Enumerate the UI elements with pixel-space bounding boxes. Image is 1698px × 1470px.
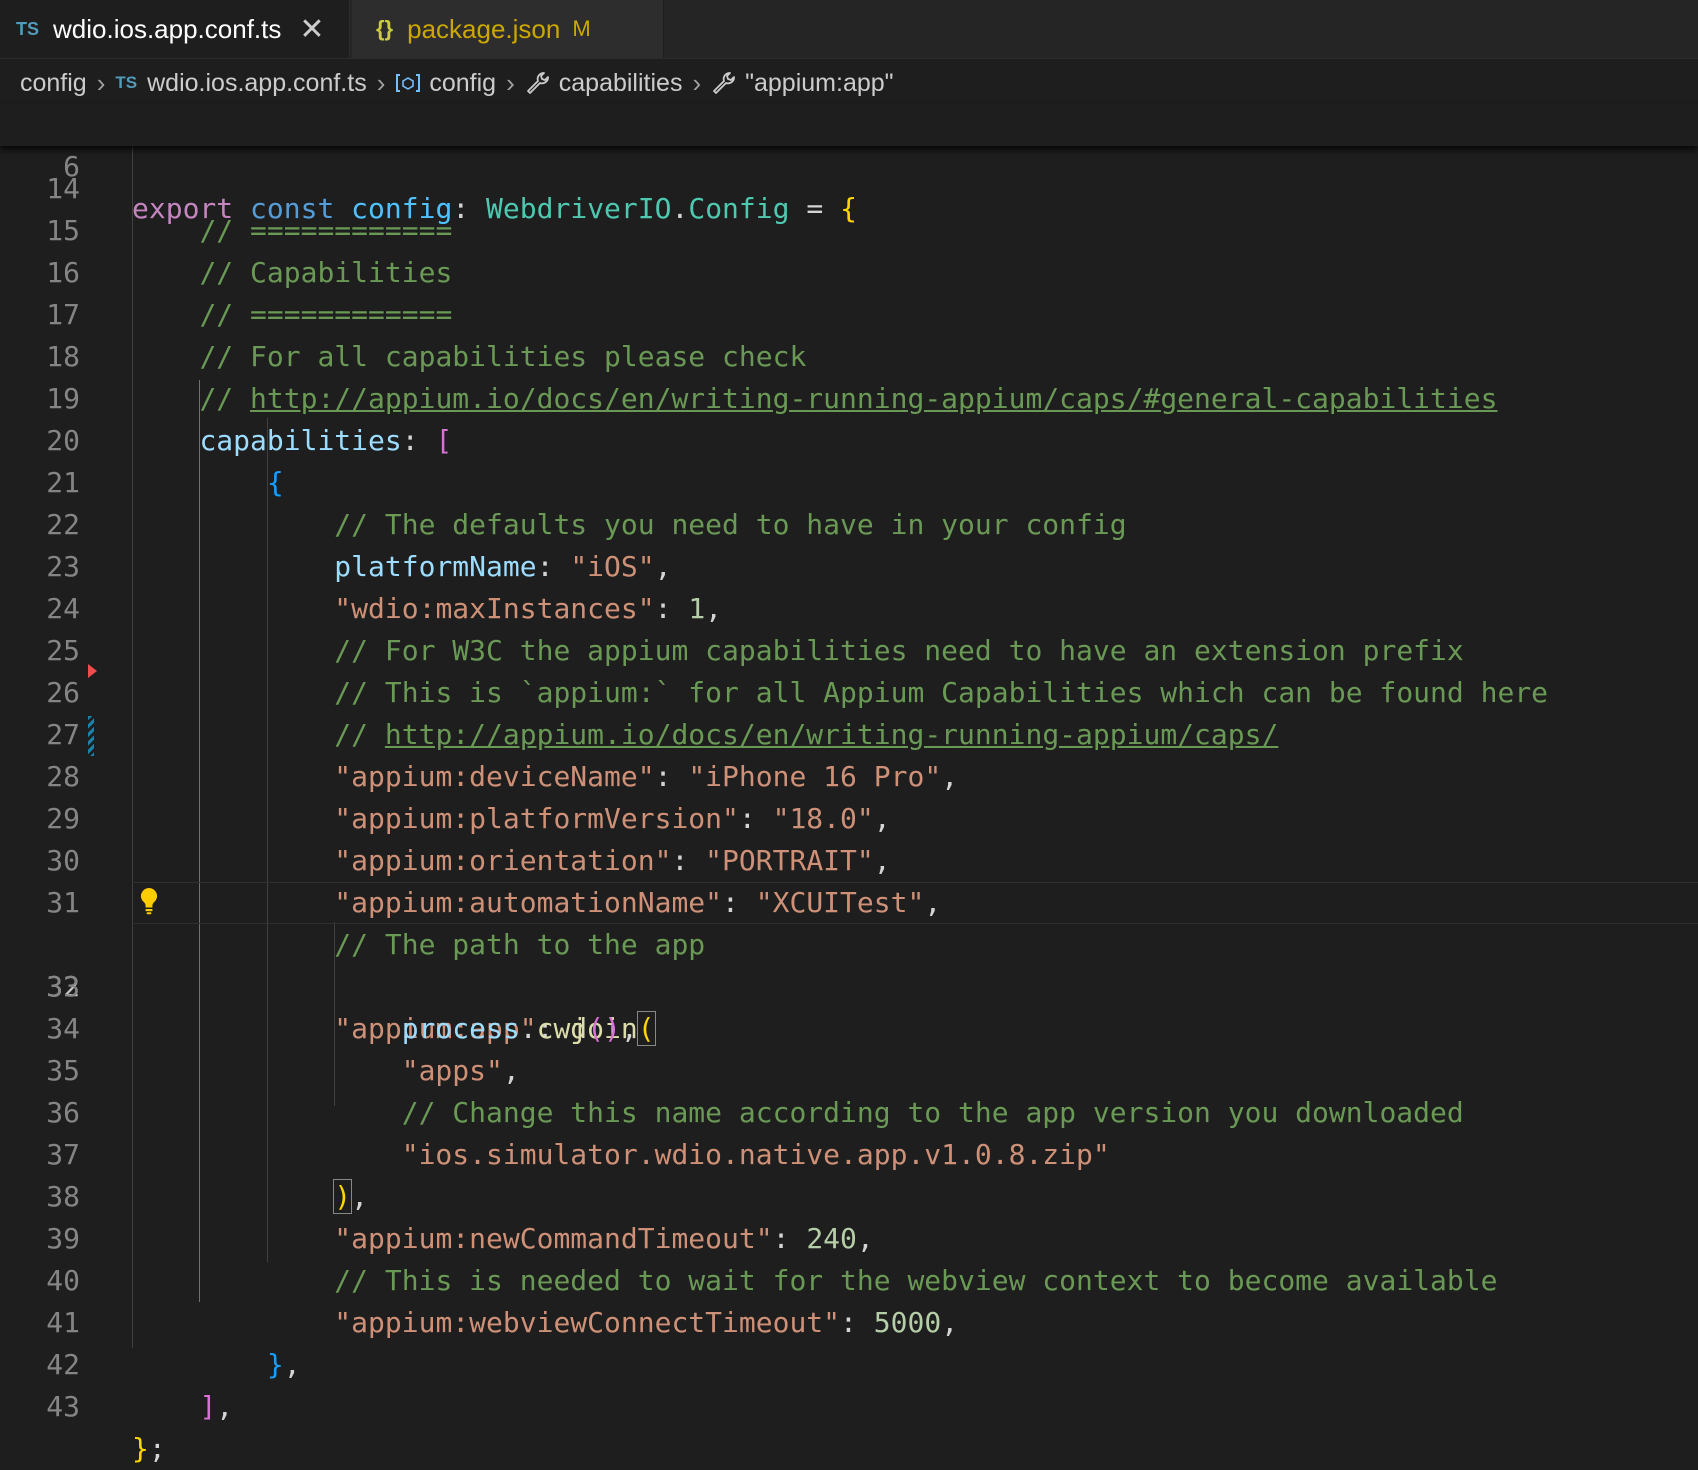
- code-line[interactable]: 40 "appium:webviewConnectTimeout": 5000,: [0, 1218, 1698, 1339]
- code-line[interactable]: 33 process.cwd(),: [0, 924, 1698, 1045]
- chevron-right-icon: ›: [692, 67, 702, 98]
- lightbulb-icon[interactable]: [138, 886, 160, 920]
- code-line[interactable]: 35 // Change this name according to the …: [0, 1008, 1698, 1129]
- breadcrumb-item-file[interactable]: TS wdio.ios.app.conf.ts: [115, 69, 366, 98]
- code-line-current[interactable]: 32 "appium:app": join(: [0, 882, 1698, 1046]
- code-line[interactable]: 41 },: [0, 1260, 1698, 1381]
- breadcrumb-label: config: [429, 68, 497, 97]
- code-line[interactable]: 29 "appium:orientation": "PORTRAIT",: [0, 756, 1698, 877]
- breakpoint-marker-icon[interactable]: [88, 664, 97, 678]
- breadcrumb-label: "appium:app": [745, 68, 894, 97]
- breadcrumb-label: wdio.ios.app.conf.ts: [147, 68, 367, 97]
- code-line[interactable]: 26 // http://appium.io/docs/en/writing-r…: [0, 630, 1698, 751]
- code-line[interactable]: 27 "appium:deviceName": "iPhone 16 Pro",: [0, 672, 1698, 793]
- code-line[interactable]: 38 "appium:newCommandTimeout": 240,: [0, 1134, 1698, 1255]
- code-line[interactable]: 17 // For all capabilities please check: [0, 252, 1698, 373]
- code-line[interactable]: 37 ),: [0, 1092, 1698, 1214]
- code-text: ],: [199, 1390, 234, 1423]
- tab-wdio-ios-app-conf[interactable]: TS wdio.ios.app.conf.ts ✕: [0, 0, 350, 58]
- file-ts-icon: TS: [115, 73, 138, 92]
- current-line-highlight: [132, 882, 1698, 924]
- code-line[interactable]: 42 ],: [0, 1302, 1698, 1423]
- breadcrumb-item-config[interactable]: config: [395, 69, 496, 98]
- close-icon[interactable]: ✕: [299, 12, 324, 47]
- chevron-right-icon: ›: [506, 67, 515, 98]
- code-line[interactable]: 34 "apps",: [0, 966, 1698, 1087]
- code-line[interactable]: 23 "wdio:maxInstances": 1,: [0, 504, 1698, 625]
- code-line[interactable]: 20 {: [0, 378, 1698, 499]
- typescript-file-icon: TS: [16, 18, 40, 39]
- line-number: 6: [63, 150, 80, 183]
- wrench-icon: [525, 70, 551, 96]
- tab-bar: TS wdio.ios.app.conf.ts ✕ {} package.jso…: [0, 0, 1698, 59]
- tab-label: package.json: [407, 13, 561, 44]
- chevron-right-icon: ›: [96, 67, 106, 98]
- variable-icon: [395, 73, 421, 93]
- code-line[interactable]: 21 // The defaults you need to have in y…: [0, 420, 1698, 541]
- code-line[interactable]: 22 platformName: "iOS",: [0, 462, 1698, 583]
- wrench-icon: [711, 70, 737, 96]
- code-line[interactable]: 28 "appium:platformVersion": "18.0",: [0, 714, 1698, 835]
- code-line[interactable]: 39 // This is needed to wait for the web…: [0, 1176, 1698, 1297]
- tab-label: wdio.ios.app.conf.ts: [53, 13, 282, 44]
- code-line[interactable]: 30 "appium:automationName": "XCUITest",: [0, 798, 1698, 919]
- code-text: export const config: WebdriverIO.Config …: [132, 192, 857, 225]
- breadcrumb: config › TS wdio.ios.app.conf.ts › confi…: [0, 62, 1698, 104]
- code-line[interactable]: 19 capabilities: [: [0, 336, 1698, 457]
- sticky-scroll-line[interactable]: 6 export const config: WebdriverIO.Confi…: [0, 104, 1698, 225]
- json-file-icon: {}: [376, 16, 394, 41]
- breadcrumb-item-folder[interactable]: config: [20, 69, 87, 98]
- code-line[interactable]: 36 "ios.simulator.wdio.native.app.v1.0.8…: [0, 1050, 1698, 1171]
- tab-package-json[interactable]: {} package.json M: [352, 0, 664, 58]
- breadcrumb-item-capabilities[interactable]: capabilities: [525, 68, 683, 98]
- code-line[interactable]: 24 // For W3C the appium capabilities ne…: [0, 546, 1698, 667]
- code-line[interactable]: 18 // http://appium.io/docs/en/writing-r…: [0, 294, 1698, 415]
- breadcrumb-item-appium-app[interactable]: "appium:app": [711, 68, 894, 98]
- code-text: };: [132, 1432, 166, 1465]
- line-number: 43: [46, 1390, 80, 1423]
- breadcrumb-label: capabilities: [558, 68, 683, 97]
- code-line[interactable]: 31 // The path to the app: [0, 840, 1698, 961]
- modified-line-indicator[interactable]: [88, 716, 94, 756]
- chevron-right-icon: ›: [376, 67, 386, 98]
- code-line[interactable]: 43 };: [0, 1344, 1698, 1465]
- code-line[interactable]: 25 // This is `appium:` for all Appium C…: [0, 588, 1698, 709]
- modified-badge: M: [572, 16, 591, 41]
